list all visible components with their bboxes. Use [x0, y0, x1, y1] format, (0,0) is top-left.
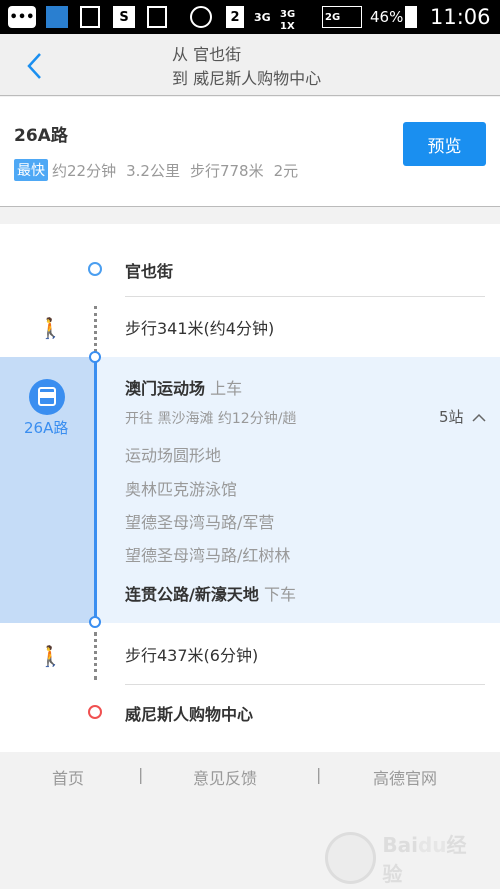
end-marker-icon [88, 705, 102, 719]
intermediate-stop: 奥林匹克游泳馆 [125, 480, 238, 499]
alarm-icon [190, 6, 212, 28]
walk-segment: 步行341米(约4分钟) [125, 319, 275, 338]
duration: 约22分钟 [52, 161, 117, 180]
alight-marker-icon [89, 616, 101, 628]
app-icon [46, 6, 68, 28]
divider [125, 296, 485, 297]
watermark-logo: Baidu经验 [325, 832, 485, 886]
board-label: 上车 [210, 379, 243, 398]
end-stop: 威尼斯人购物中心 [125, 705, 254, 724]
distance: 3.2公里 [126, 161, 180, 180]
route-timeline: 官也街 🚶 步行341米(约4分钟) 26A路 澳门运动场 上车 开往 黑沙海滩… [0, 224, 500, 752]
sim-icon: 2 [226, 6, 244, 28]
footer-link-official-site[interactable]: 高德官网 [373, 765, 437, 789]
network-label: 3G [254, 10, 271, 24]
preview-button[interactable]: 预览 [403, 122, 486, 166]
from-location: 官也街 [193, 45, 242, 64]
board-stop: 澳门运动场 [125, 379, 206, 398]
separator: | [138, 765, 144, 784]
separator: | [316, 765, 322, 784]
chevron-up-icon[interactable] [472, 413, 486, 422]
back-icon[interactable] [26, 52, 44, 80]
bus-line-label: 26A路 [24, 419, 69, 437]
walk-icon: 🚶 [38, 644, 63, 668]
stops-count[interactable]: 5站 [439, 406, 464, 427]
battery-percent: 46% [370, 8, 404, 26]
walk-distance: 步行778米 [189, 161, 264, 180]
status-bar: ••• S 2 3G 3G 1X 2G 46% 11:06 [0, 0, 500, 34]
to-location: 威尼斯人购物中心 [193, 69, 322, 88]
bus-icon [29, 379, 65, 415]
start-marker-icon [88, 262, 102, 276]
footer-link-feedback[interactable]: 意见反馈 [193, 765, 257, 789]
divider [125, 684, 485, 685]
walk-icon: 🚶 [38, 316, 63, 340]
header: 从 官也街 到 威尼斯人购物中心 [0, 34, 500, 96]
walk-line [94, 306, 97, 352]
walk-segment: 步行437米(6分钟) [125, 646, 259, 665]
battery-icon [405, 6, 417, 28]
board-marker-icon [89, 351, 101, 363]
footer-link-home[interactable]: 首页 [52, 765, 84, 789]
alight-label: 下车 [263, 585, 296, 604]
from-prefix: 从 [172, 45, 189, 64]
intermediate-stop: 运动场圆形地 [125, 446, 222, 465]
fare: 2元 [273, 161, 299, 180]
start-stop: 官也街 [125, 262, 174, 281]
route-summary-card[interactable]: 26A路 最快 约22分钟 3.2公里 步行778米 2元 预览 [0, 97, 500, 207]
bus-direction: 开往 黑沙海滩 约12分钟/趟 [125, 411, 297, 427]
image-icon [147, 6, 167, 28]
alight-stop: 连贯公路/新濠天地 [125, 585, 259, 604]
fastest-badge: 最快 [14, 159, 48, 181]
bus-line [94, 357, 97, 623]
intermediate-stop: 望德圣母湾马路/红树林 [125, 546, 291, 565]
signal-icon: 2G [322, 6, 362, 28]
to-prefix: 到 [172, 69, 189, 88]
route-name: 26A路 [14, 126, 68, 146]
walk-line [94, 632, 97, 680]
clock: 11:06 [430, 5, 491, 29]
intermediate-stop: 望德圣母湾马路/军营 [125, 513, 275, 532]
s-icon: S [113, 6, 135, 28]
bus-segment[interactable]: 26A路 澳门运动场 上车 开往 黑沙海滩 约12分钟/趟 5站 运动场圆形地 … [0, 351, 500, 628]
message-icon: ••• [8, 6, 36, 28]
notification-icon [80, 6, 100, 28]
